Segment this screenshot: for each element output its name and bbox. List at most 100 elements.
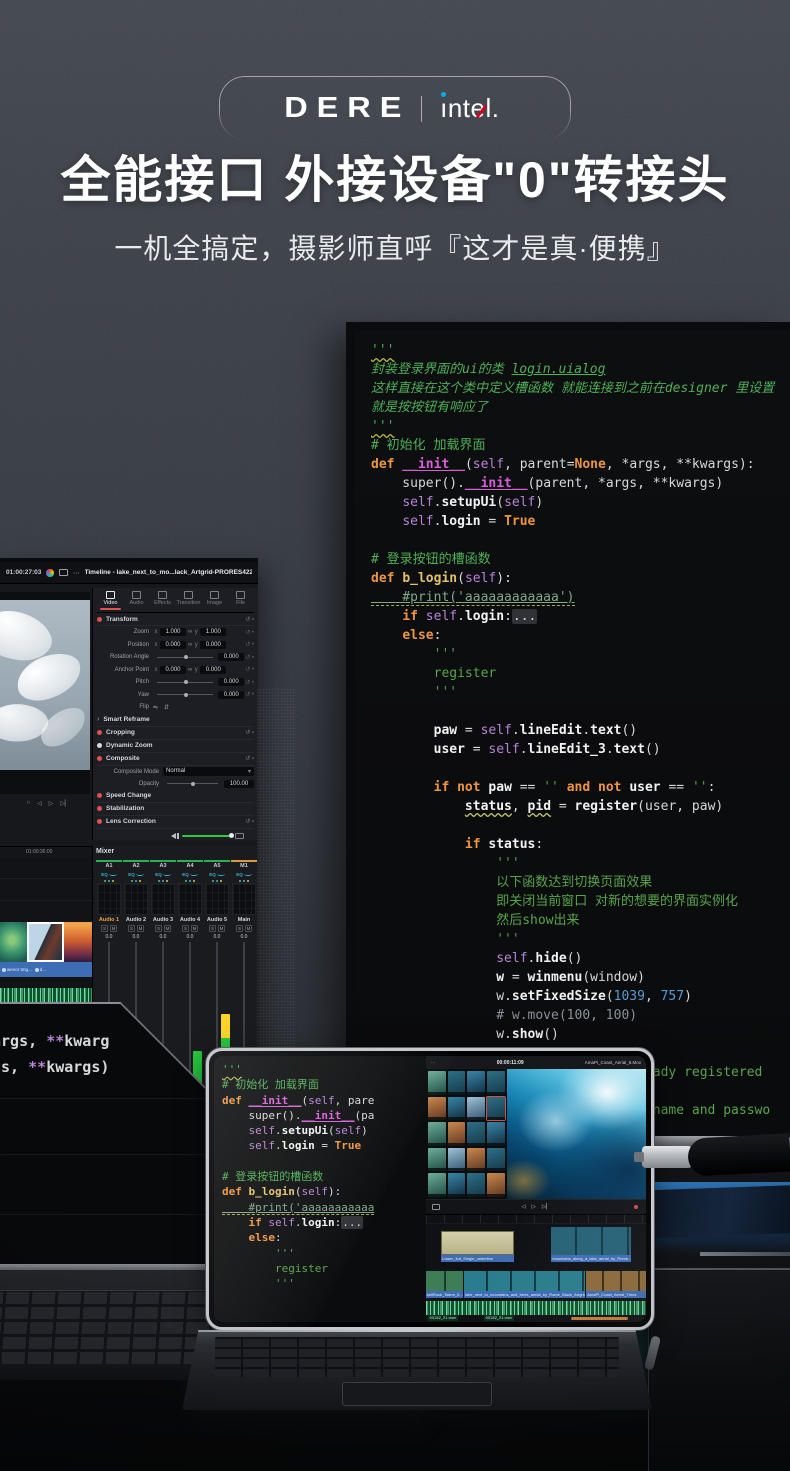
laptop-code-editor: args, **kwarggs, **kwargs) bbox=[0, 1028, 109, 1080]
usb-c-plug bbox=[642, 1146, 692, 1168]
transform-section-header: Transform bbox=[97, 613, 254, 626]
audio-waveform-track bbox=[426, 1301, 646, 1315]
audio-clip-label: 00152_21.mov bbox=[484, 1315, 514, 1321]
dere-logo: DERE bbox=[284, 92, 410, 125]
cropping-section: Cropping bbox=[97, 727, 254, 740]
composite-mode-row: Composite Mode Normal bbox=[97, 766, 254, 778]
dark-object bbox=[648, 1268, 790, 1471]
resolve-titlebar: 01:00:27:03 Timeline - lake_next_to_mo..… bbox=[0, 562, 258, 584]
solo-mute-buttons: SM bbox=[128, 925, 144, 934]
clip-label: d... bbox=[35, 967, 46, 972]
more-icon bbox=[73, 569, 80, 577]
eq-label: EQ bbox=[236, 870, 252, 878]
mute-button: M bbox=[137, 925, 144, 932]
volume-control bbox=[168, 833, 244, 839]
enable-dot-icon bbox=[97, 819, 102, 824]
keyboard-icon bbox=[235, 833, 244, 839]
eq-graph bbox=[232, 883, 256, 915]
rotation-row: Rotation Angle 0.000 bbox=[97, 651, 254, 664]
prev-icon bbox=[521, 1204, 525, 1210]
solo-mute-buttons: SM bbox=[101, 925, 117, 934]
next-icon bbox=[542, 1204, 550, 1210]
upper-video-clip bbox=[551, 1227, 630, 1255]
solo-button: S bbox=[155, 925, 162, 932]
video-clip: AmaPi_Coast_Aerial_Trees bbox=[586, 1271, 645, 1298]
zoom-row: Zoom x 1.000 y 1.000 bbox=[97, 626, 254, 639]
solo-button: S bbox=[236, 925, 243, 932]
enable-dot-icon bbox=[97, 756, 102, 761]
reset-icon bbox=[245, 818, 254, 825]
dock-keyboard bbox=[215, 1337, 619, 1377]
position-x-value: 0.000 bbox=[160, 641, 186, 649]
eq-graph bbox=[97, 883, 121, 915]
solo-button: S bbox=[182, 925, 189, 932]
trackpad bbox=[342, 1382, 492, 1406]
track-name: Audio 1 bbox=[99, 915, 119, 925]
video-clip-thumbnails bbox=[0, 922, 92, 962]
sunset-clip-thumb bbox=[64, 922, 92, 962]
video-clip: lake_next_to_mountains_and_trees_aerial_… bbox=[464, 1271, 585, 1298]
view-icon bbox=[432, 1204, 440, 1210]
reset-icon bbox=[245, 616, 254, 623]
eq-label: EQ bbox=[209, 870, 225, 878]
fader-value: 0.0 bbox=[106, 934, 113, 942]
bus-label: A1 bbox=[105, 862, 112, 870]
inspector-tab: Image bbox=[202, 591, 227, 610]
intel-logo: ıntel. bbox=[440, 93, 499, 124]
monitor-icon bbox=[59, 569, 68, 576]
flip-row: Flip bbox=[97, 701, 254, 714]
tablet: '''# 初始化 加载界面def __init__(self, pare sup… bbox=[206, 1048, 654, 1330]
zoom-y-value: 1.000 bbox=[200, 628, 226, 636]
upper-clip-label: mountains_along_a_lake_aerial_by_Rome... bbox=[551, 1255, 630, 1262]
enable-dot-icon bbox=[97, 743, 102, 748]
opacity-row: Opacity 100.00 bbox=[97, 778, 254, 790]
eq-label: EQ bbox=[155, 870, 171, 878]
enable-dot-icon bbox=[97, 806, 102, 811]
yaw-value: 0.000 bbox=[218, 691, 244, 699]
inspector-tab: Audio bbox=[124, 591, 149, 610]
loop-icon bbox=[26, 800, 30, 807]
bus-label: M1 bbox=[240, 862, 248, 870]
track-name: Audio 4 bbox=[180, 915, 200, 925]
hero-title: 全能接口 外接设备"0"转接头 bbox=[0, 140, 790, 212]
bus-label: A5 bbox=[213, 862, 220, 870]
bus-label: A3 bbox=[159, 862, 166, 870]
hero-subtitle: 一机全搞定，摄影师直呼『这才是真·便携』 bbox=[0, 227, 790, 267]
clip-label: wenor tmg... bbox=[2, 967, 32, 972]
track-name: Audio 3 bbox=[153, 915, 173, 925]
play-icon bbox=[49, 800, 54, 807]
link-icon bbox=[188, 629, 192, 635]
title-clip-label: Lower_3rd_Single_underline bbox=[441, 1255, 514, 1262]
mute-button: M bbox=[191, 925, 198, 932]
main-monitor: '''封装登录界面的ui的类 login.uialog这样直接在这个类中定义槽函… bbox=[346, 322, 790, 1140]
position-row: Position x 0.000 y 0.000 bbox=[97, 639, 254, 652]
speaker-icon bbox=[168, 833, 176, 839]
reset-icon bbox=[245, 654, 254, 661]
eq-label: EQ bbox=[128, 870, 144, 878]
tablet-transport-bar bbox=[426, 1199, 646, 1214]
reset-icon bbox=[245, 679, 254, 686]
stabilization-section: Stabilization bbox=[97, 803, 254, 816]
next-frame-icon bbox=[60, 800, 69, 807]
position-y-value: 0.000 bbox=[200, 641, 226, 649]
tablet-screen: '''# 初始化 加载界面def __init__(self, pare sup… bbox=[214, 1056, 646, 1322]
logo-divider bbox=[421, 96, 422, 122]
turtle-clip-thumb bbox=[0, 922, 27, 962]
media-thumb-grid bbox=[426, 1069, 508, 1199]
opacity-slider bbox=[167, 783, 218, 784]
preview-transport bbox=[6, 800, 90, 807]
enable-dot-icon bbox=[97, 793, 102, 798]
inspector-tab: Video bbox=[98, 591, 123, 610]
mute-button: M bbox=[110, 925, 117, 932]
product-poster: DERE ıntel. 全能接口 外接设备"0"转接头 一机全搞定，摄影师直呼『… bbox=[0, 0, 790, 1471]
reset-icon bbox=[245, 691, 254, 698]
video-clip: bellRock_Talem_5... bbox=[426, 1271, 463, 1298]
bus-label: A4 bbox=[186, 862, 193, 870]
eq-curve-icon bbox=[163, 872, 171, 876]
eq-curve-icon bbox=[244, 872, 252, 876]
eq-label: EQ bbox=[101, 870, 117, 878]
solo-mute-buttons: SM bbox=[209, 925, 225, 934]
laptop-screen-edge bbox=[0, 1002, 122, 1004]
fader-value: 0.0 bbox=[241, 934, 248, 942]
eq-graph bbox=[205, 883, 229, 915]
